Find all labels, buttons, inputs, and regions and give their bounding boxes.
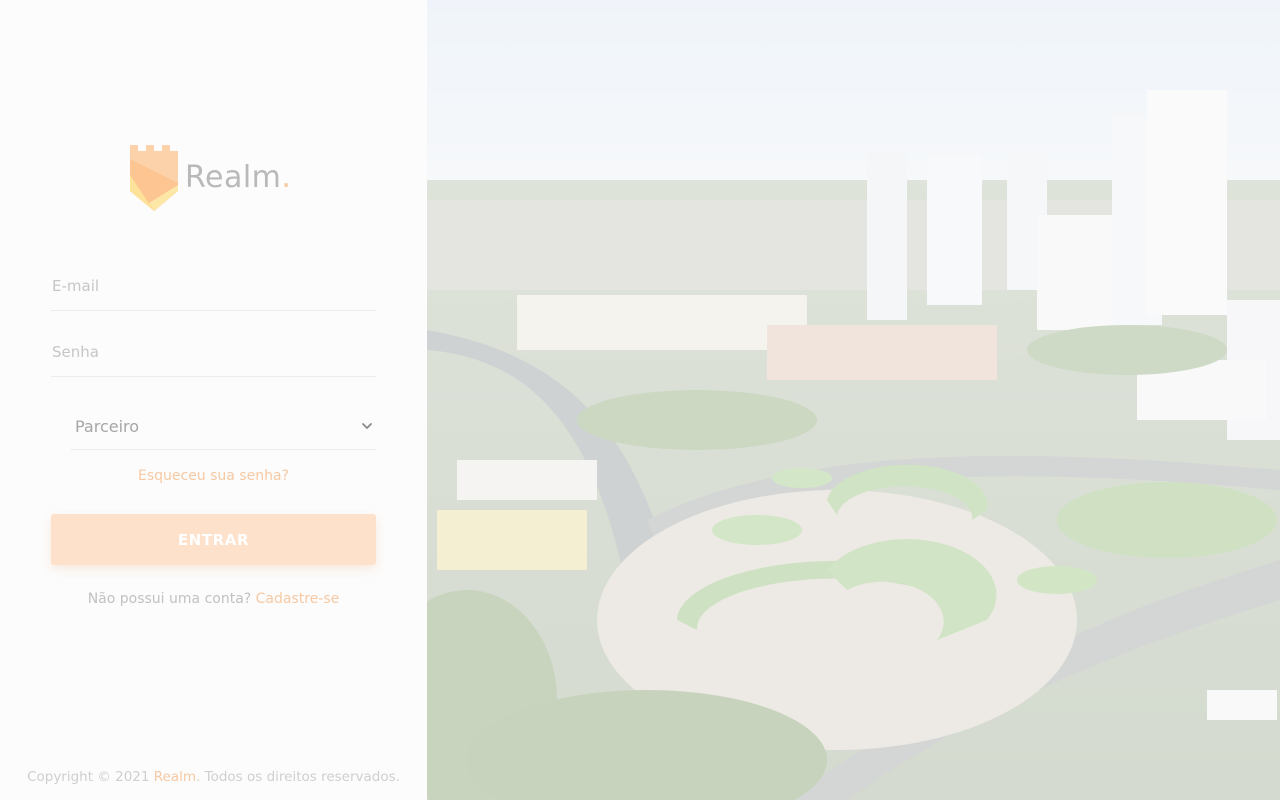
brand-name: Realm.	[185, 159, 292, 195]
castle-logo-icon	[130, 145, 178, 211]
copyright-brand-link[interactable]: Realm	[154, 769, 196, 785]
brand-logo: Realm.	[129, 141, 309, 213]
image-overlay	[427, 0, 1280, 800]
signup-link[interactable]: Cadastre-se	[256, 591, 340, 607]
copyright-suffix: . Todos os direitos reservados.	[196, 769, 400, 785]
password-field[interactable]	[51, 328, 376, 377]
chevron-down-icon	[362, 423, 372, 429]
email-field[interactable]	[51, 262, 376, 311]
copyright-prefix: Copyright © 2021	[27, 769, 150, 785]
role-select-value: Parceiro	[75, 416, 140, 436]
role-select[interactable]: Parceiro	[71, 403, 376, 450]
city-background-image	[427, 0, 1280, 800]
login-submit-button[interactable]: ENTRAR	[51, 514, 376, 565]
signup-prefix: Não possui uma conta?	[87, 591, 252, 607]
copyright-footer: Copyright © 2021 Realm. Todos os direito…	[0, 769, 427, 785]
signup-prompt: Não possui uma conta? Cadastre-se	[0, 591, 427, 607]
forgot-password-link[interactable]: Esqueceu sua senha?	[0, 468, 427, 484]
login-panel: Realm. Parceiro Esqueceu sua senha? ENTR…	[0, 0, 427, 800]
password-input[interactable]	[51, 328, 376, 376]
email-input[interactable]	[51, 262, 376, 310]
